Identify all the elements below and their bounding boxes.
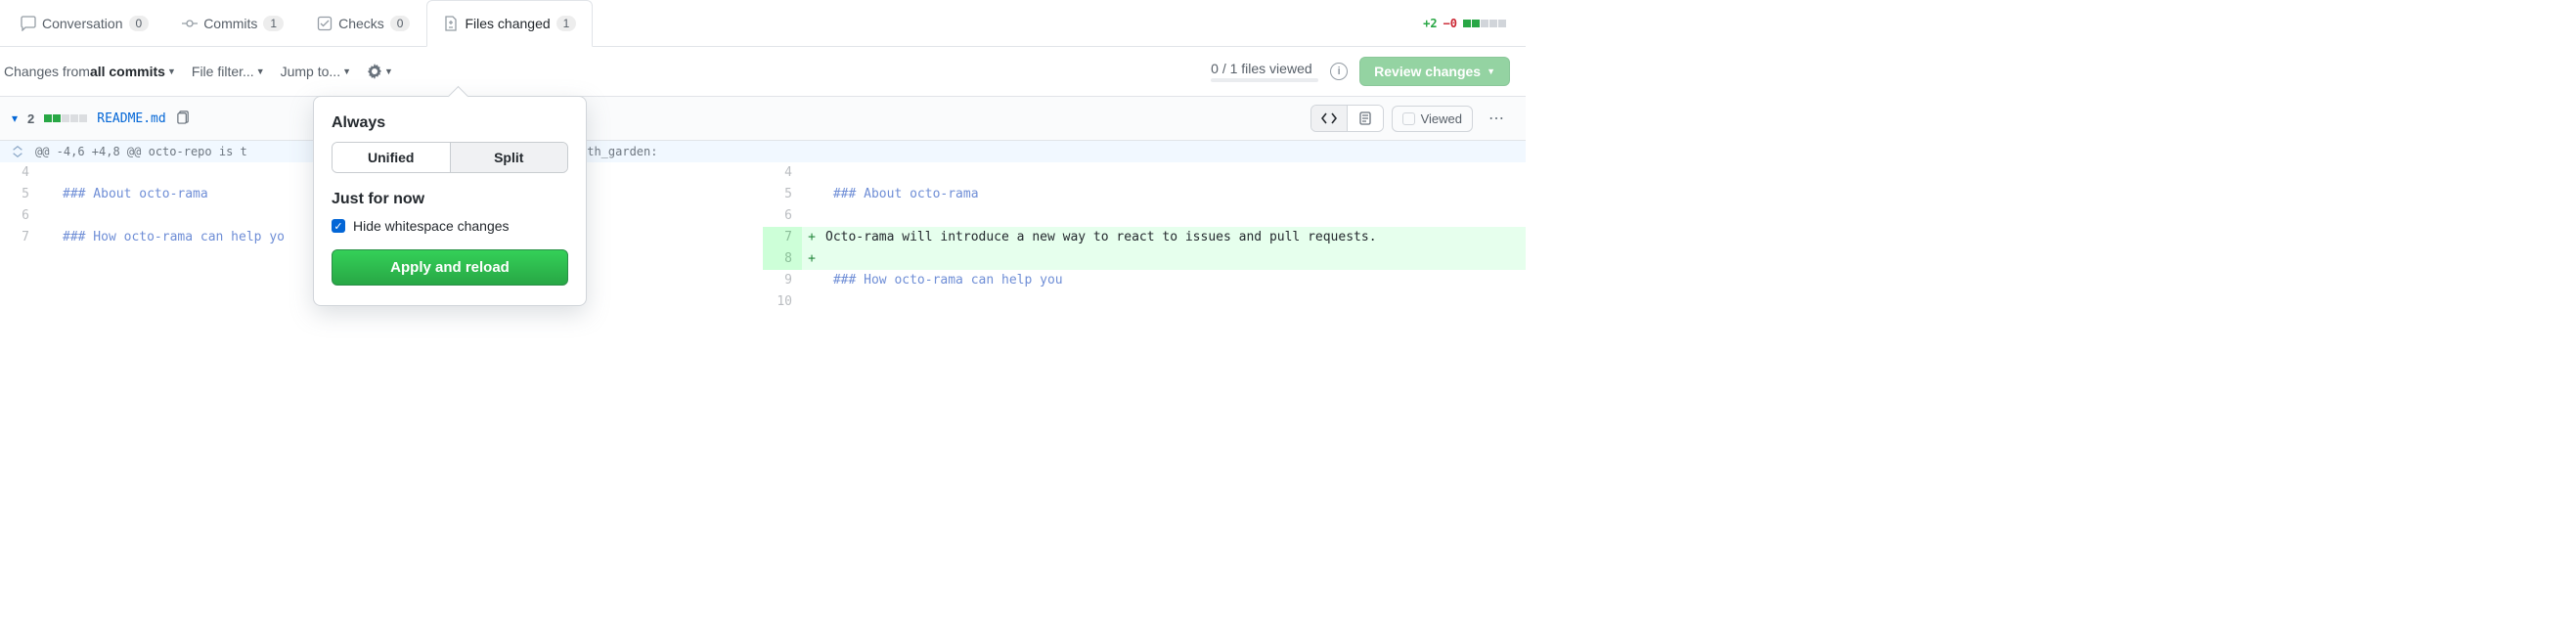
line-number: 7 <box>763 227 802 248</box>
line-number: 5 <box>763 184 802 205</box>
viewed-toggle[interactable]: Viewed <box>1392 106 1473 132</box>
file-header: ▾ 2 README.md Viewed ⋯ <box>0 96 1526 141</box>
tab-files-changed[interactable]: Files changed 1 <box>426 0 593 47</box>
toolbar-right: 0 / 1 files viewed i Review changes ▼ <box>1211 57 1522 86</box>
tab-checks[interactable]: Checks 0 <box>300 0 426 47</box>
file-actions: Viewed ⋯ <box>1310 105 1514 132</box>
review-button-label: Review changes <box>1374 64 1481 79</box>
unified-button[interactable]: Unified <box>333 143 451 172</box>
file-menu-button[interactable]: ⋯ <box>1481 109 1514 128</box>
diff-line-added: 8+ <box>763 248 1526 270</box>
caret-icon: ▼ <box>1487 66 1495 76</box>
file-change-count: 2 <box>27 111 34 126</box>
diff-line: 5 ### About octo-rama <box>763 184 1526 205</box>
file-icon <box>1357 111 1373 126</box>
changes-prefix: Changes from <box>4 64 90 79</box>
diff-toolbar: Changes from all commits ▼ File filter..… <box>0 47 1526 96</box>
copy-path-icon[interactable] <box>176 110 191 127</box>
info-icon[interactable]: i <box>1330 63 1348 80</box>
caret-icon: ▼ <box>167 66 176 76</box>
tab-label: Files changed <box>465 16 550 31</box>
file-diff-icon <box>443 16 459 31</box>
diff-settings-popover: Always Unified Split Just for now ✓ Hide… <box>313 96 587 306</box>
diff-line-added: 7+Octo-rama will introduce a new way to … <box>763 227 1526 248</box>
popover-heading-always: Always <box>332 114 568 132</box>
jump-to-label: Jump to... <box>281 64 340 79</box>
file-filter-label: File filter... <box>192 64 254 79</box>
gear-icon <box>367 64 382 79</box>
file-filter-dropdown[interactable]: File filter... ▼ <box>192 64 265 79</box>
line-number: 6 <box>0 205 39 227</box>
tab-count: 0 <box>129 16 150 31</box>
caret-icon: ▼ <box>384 66 393 76</box>
diff-line: 10 <box>763 291 1526 313</box>
tab-count: 0 <box>390 16 411 31</box>
line-number: 4 <box>763 162 802 184</box>
caret-icon: ▼ <box>342 66 351 76</box>
tab-label: Conversation <box>42 16 123 31</box>
diff-split-view: 4 5### About octo-rama 6 7### How octo-r… <box>0 162 1526 313</box>
split-button[interactable]: Split <box>451 143 568 172</box>
hide-whitespace-checkbox[interactable]: ✓ Hide whitespace changes <box>332 218 568 234</box>
line-number: 6 <box>763 205 802 227</box>
viewed-checkbox <box>1402 112 1415 125</box>
diffstat-summary: +2 −0 <box>1423 17 1522 30</box>
tab-label: Checks <box>338 16 384 31</box>
hunk-text: @@ -4,6 +4,8 @@ octo-repo is t <box>35 145 247 158</box>
tab-count: 1 <box>263 16 284 31</box>
checks-icon <box>317 16 333 31</box>
pr-tabs: Conversation 0 Commits 1 Checks 0 Files … <box>0 0 1526 47</box>
file-name[interactable]: README.md <box>97 111 165 126</box>
progress-text: 0 / 1 files viewed <box>1211 61 1312 76</box>
commit-icon <box>182 16 198 31</box>
hide-whitespace-label: Hide whitespace changes <box>353 218 510 234</box>
hunk-header: @@ -4,6 +4,8 @@ octo-repo is t . :house_… <box>0 141 1526 162</box>
review-changes-button[interactable]: Review changes ▼ <box>1359 57 1510 86</box>
line-number: 10 <box>763 291 802 313</box>
line-number: 5 <box>0 184 39 205</box>
line-number: 4 <box>0 162 39 184</box>
view-mode-toggle <box>1310 105 1384 132</box>
source-view-button[interactable] <box>1311 106 1348 131</box>
jump-to-dropdown[interactable]: Jump to... ▼ <box>281 64 351 79</box>
checkbox-checked-icon: ✓ <box>332 219 345 233</box>
diff-settings-dropdown[interactable]: ▼ <box>367 64 393 79</box>
viewed-label: Viewed <box>1421 111 1462 126</box>
file-diffstat-blocks <box>44 114 87 122</box>
progress-bar <box>1211 78 1318 82</box>
expand-icon[interactable] <box>8 145 27 158</box>
rendered-view-button[interactable] <box>1348 106 1383 131</box>
tab-conversation[interactable]: Conversation 0 <box>4 0 165 47</box>
diff-line: 9 ### How octo-rama can help you <box>763 270 1526 291</box>
deletions-count: −0 <box>1443 17 1457 30</box>
tab-count: 1 <box>556 16 577 31</box>
line-number: 8 <box>763 248 802 270</box>
diff-line: 4 <box>763 162 1526 184</box>
tab-commits[interactable]: Commits 1 <box>165 0 300 47</box>
tab-label: Commits <box>203 16 257 31</box>
caret-icon: ▼ <box>256 66 265 76</box>
comment-icon <box>21 16 36 31</box>
diff-line: 6 <box>763 205 1526 227</box>
popover-heading-now: Just for now <box>332 191 568 208</box>
diff-layout-toggle: Unified Split <box>332 142 568 173</box>
diffstat-blocks <box>1463 20 1506 27</box>
changes-from-dropdown[interactable]: Changes from all commits ▼ <box>4 64 176 79</box>
files-viewed-progress: 0 / 1 files viewed <box>1211 61 1318 82</box>
changes-scope: all commits <box>90 64 165 79</box>
code-icon <box>1321 111 1337 126</box>
line-number: 7 <box>0 227 39 248</box>
diff-right-column: 4 5 ### About octo-rama 6 7+Octo-rama wi… <box>763 162 1526 313</box>
apply-reload-button[interactable]: Apply and reload <box>332 249 568 286</box>
collapse-chevron-icon[interactable]: ▾ <box>12 111 18 125</box>
line-number: 9 <box>763 270 802 291</box>
additions-count: +2 <box>1423 17 1437 30</box>
